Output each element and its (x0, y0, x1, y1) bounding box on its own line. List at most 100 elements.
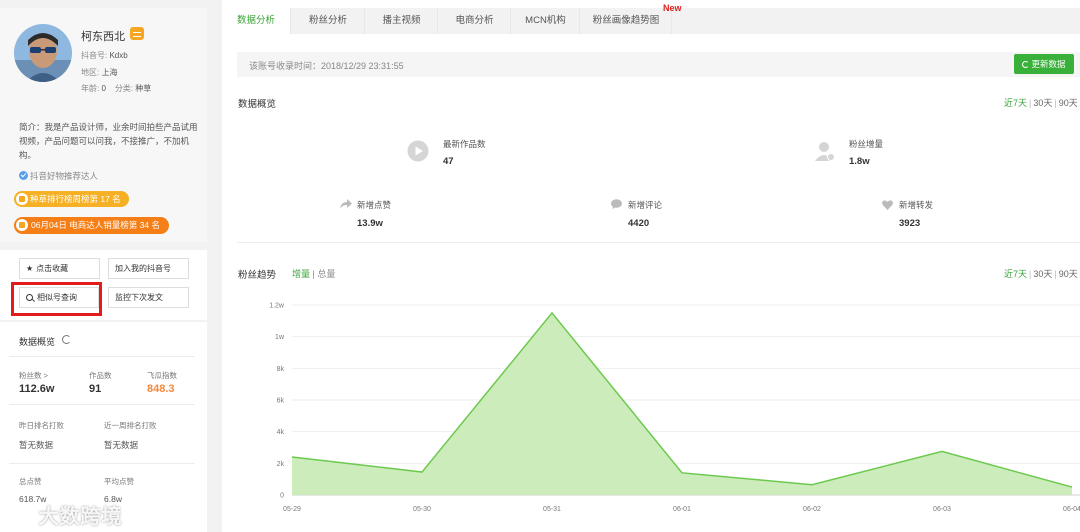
new-likes-label: 新增点赞 (357, 200, 392, 210)
tab-fans-analysis[interactable]: 粉丝分析 (292, 8, 365, 34)
refresh-icon[interactable] (62, 335, 71, 344)
highlight-box (11, 282, 102, 316)
profile-name: 柯东西北 (81, 31, 125, 43)
profile-card: 柯东西北 抖音号: Kdxb 地区: 上海 年龄: 0 分类: 种草 简介：我是… (0, 8, 207, 242)
monitor-next-post-button[interactable]: 监控下次发文 (108, 287, 189, 308)
new-works-value: 47 (443, 156, 454, 167)
rank-badge-ecommerce[interactable]: 06月04日 电商达人销量榜第 34 名 (14, 217, 169, 234)
fans-trend-title: 粉丝趋势 (238, 270, 277, 281)
new-comments-label: 新增评论 (628, 200, 663, 210)
trend-range-30d[interactable]: 30天 (1033, 269, 1052, 279)
verified-text: 抖音好物推荐达人 (30, 171, 99, 181)
trend-range-7d[interactable]: 近7天 (1004, 269, 1027, 279)
new-badge: New (663, 3, 682, 13)
crown-icon (16, 193, 28, 205)
trend-toggle: 增量 | 总量 (292, 267, 335, 280)
region-value: 上海 (101, 68, 118, 77)
record-bar: 该账号收录时间：2018/12/29 23:31:55 (237, 52, 1080, 77)
y-tick-label: 0 (280, 493, 284, 500)
x-tick-label: 06-02 (803, 506, 821, 513)
x-tick-label: 05-31 (543, 506, 561, 513)
yesterday-rank-value: 暂无数据 (19, 440, 54, 450)
rank-badge-weekly-text: 种草排行榜周榜第 17 名 (30, 194, 121, 204)
rank-badge-weekly[interactable]: 种草排行榜周榜第 17 名 (14, 191, 129, 207)
yesterday-rank-label: 昨日排名打败 (19, 421, 64, 430)
user-icon (815, 142, 835, 161)
total-likes-label: 总点赞 (19, 477, 42, 486)
comment-icon (611, 199, 622, 209)
range-7d[interactable]: 近7天 (1004, 98, 1027, 108)
fans-value: 112.6w (19, 383, 55, 395)
series-area (292, 312, 1072, 495)
y-tick-label: 2k (277, 461, 285, 468)
verified-check-icon (19, 171, 28, 180)
stats-grid: 最新作品数 47 粉丝增量 1.8w 新增点赞 13.9w 新增评论 4420 … (237, 118, 1080, 243)
trend-range-90d[interactable]: 90天 (1059, 269, 1078, 279)
fans-label[interactable]: 粉丝数 > (19, 370, 48, 381)
y-tick-label: 8k (277, 366, 285, 373)
avatar (14, 24, 72, 82)
star-icon: ★ (26, 264, 34, 273)
category-label: 分类: (114, 84, 134, 93)
y-tick-label: 6k (277, 398, 285, 405)
index-value: 848.3 (147, 383, 175, 395)
tab-ecommerce[interactable]: 电商分析 (439, 8, 511, 34)
y-tick-label: 1w (275, 334, 285, 341)
play-icon (407, 140, 429, 162)
record-time: 该账号收录时间：2018/12/29 23:31:55 (249, 61, 404, 71)
toggle-total[interactable]: 总量 (317, 269, 335, 279)
category-value: 种草 (135, 84, 152, 93)
age-category: 年龄: 0 分类: 种草 (81, 83, 151, 94)
refresh-icon (1022, 61, 1030, 68)
trend-range-selector: 近7天 | 30天 | 90天 (1004, 269, 1078, 279)
new-comments-value: 4420 (628, 218, 650, 229)
range-30d[interactable]: 30天 (1033, 98, 1052, 108)
main-panel: 数据分析 粉丝分析 播主视频 电商分析 MCN机构 粉丝画像趋势图 New 该账… (222, 0, 1080, 532)
avg-likes-label: 平均点赞 (104, 477, 134, 486)
toggle-increment[interactable]: 增量 (292, 269, 310, 279)
tab-data-analysis[interactable]: 数据分析 (222, 8, 291, 34)
share-icon (340, 199, 352, 209)
douyin-id-value: Kdxb (109, 51, 128, 60)
region-label: 地区: (81, 68, 100, 77)
range-90d[interactable]: 90天 (1059, 98, 1078, 108)
x-tick-label: 06-04 (1063, 506, 1080, 513)
calendar-icon (16, 219, 28, 231)
works-value: 91 (89, 383, 102, 395)
douyin-id: 抖音号: Kdxb (81, 50, 128, 61)
fans-increment-label: 粉丝增量 (849, 139, 884, 149)
new-works-label: 最新作品数 (443, 139, 486, 149)
favorite-button[interactable]: ★ 点击收藏 (19, 258, 100, 279)
y-tick-label: 1.2w (269, 303, 285, 310)
overview-range-selector: 近7天 | 30天 | 90天 (1004, 98, 1078, 108)
add-my-account-button[interactable]: 加入我的抖音号 (108, 258, 189, 279)
x-tick-label: 05-30 (413, 506, 431, 513)
tab-bar: 数据分析 粉丝分析 播主视频 电商分析 MCN机构 粉丝画像趋势图 (222, 8, 1080, 34)
x-tick-label: 05-29 (283, 506, 301, 513)
tab-videos[interactable]: 播主视频 (366, 8, 438, 34)
tab-mcn[interactable]: MCN机构 (512, 8, 580, 34)
watermark: 大数跨境 (10, 500, 123, 529)
data-overview-title: 数据概览 (238, 99, 277, 110)
works-label: 作品数 (89, 371, 112, 380)
update-data-button[interactable]: 更新数据 (1014, 54, 1074, 74)
add-my-account-label: 加入我的抖音号 (115, 264, 171, 273)
week-rank-label: 近一周排名打败 (104, 421, 157, 430)
vip-icon (130, 27, 144, 40)
account-overview-title: 数据概览 (19, 337, 56, 347)
index-label: 飞瓜指数 (147, 371, 177, 380)
region: 地区: 上海 (81, 67, 117, 78)
profile-bio: 简介：我是产品设计师，业余时间拍些产品试用视频，产品问题可以问我，不接推广，不加… (19, 122, 198, 160)
verified-badge: 抖音好物推荐达人 (19, 170, 98, 182)
watermark-logo-icon (10, 510, 32, 524)
rank-badge-ecommerce-text: 06月04日 电商达人销量榜第 34 名 (31, 220, 160, 230)
monitor-next-post-label: 监控下次发文 (115, 293, 163, 302)
divider (9, 356, 195, 357)
tab-fans-portrait[interactable]: 粉丝画像趋势图 (581, 8, 672, 34)
new-likes-value: 13.9w (357, 218, 383, 229)
fans-trend-chart: 0 2k 4k 6k 8k 1w 1.2w 05-29 05-30 05-31 06-01 06-02… (269, 303, 1080, 513)
new-shares-label: 新增转发 (899, 200, 934, 210)
divider (9, 404, 195, 405)
favorite-label: 点击收藏 (36, 264, 69, 273)
x-tick-label: 06-01 (673, 506, 691, 513)
